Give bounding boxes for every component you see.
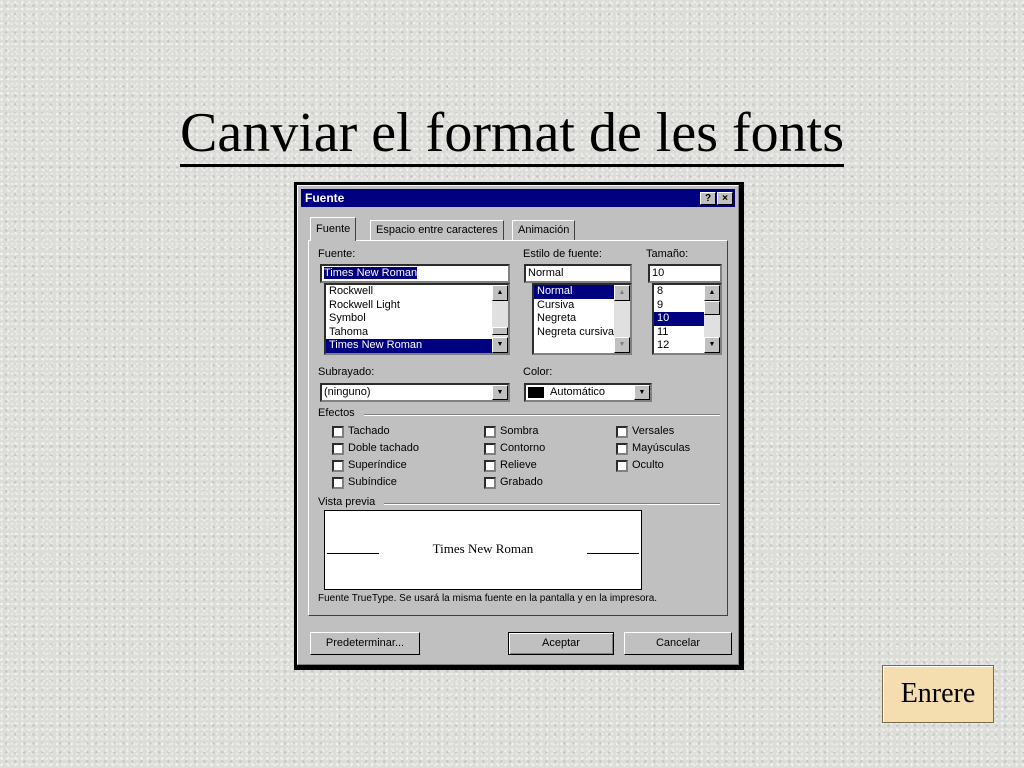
dialog-titlebar[interactable]: Fuente ? × [301,189,735,207]
preview-label: Vista previa [318,496,376,508]
tab-fuente[interactable]: Fuente [310,217,357,241]
effect-label: Versales [632,425,675,437]
effect-label: Subíndice [348,476,397,488]
checkbox-versales[interactable] [616,426,628,438]
effect-label: Superíndice [348,459,407,471]
effect-label: Grabado [500,476,543,488]
chevron-down-icon[interactable]: ▼ [492,385,508,400]
style-option-selected[interactable]: Normal [534,285,614,299]
effect-label: Relieve [500,459,537,471]
dialog-title: Fuente [305,191,345,205]
dialog-frame: Fuente ? × Fuente Espacio entre caracter… [294,182,744,670]
font-option[interactable]: Tahoma [326,326,508,340]
checkbox-relieve[interactable] [484,460,496,472]
scroll-down-icon[interactable]: ▼ [614,337,630,353]
style-list[interactable]: Normal Cursiva Negreta Negreta cursiva ▲… [532,283,632,355]
size-option-selected[interactable]: 10 [654,312,704,326]
color-swatch [528,386,544,398]
effect-label: Sombra [500,425,539,437]
checkbox-superindice[interactable] [332,460,344,472]
color-label: Color: [523,366,553,378]
scroll-thumb[interactable] [704,301,720,315]
checkbox-grabado[interactable] [484,477,496,489]
preview-divider [384,503,720,505]
checkbox-oculto[interactable] [616,460,628,472]
size-list-scrollbar[interactable]: ▲ ▼ [704,285,720,353]
effect-label: Oculto [632,459,664,471]
preview-box: Times New Roman [324,510,642,590]
size-input[interactable]: 10 [648,264,722,283]
style-label: Estilo de fuente: [523,248,602,260]
close-button[interactable]: × [717,192,733,205]
effect-label: Contorno [500,442,546,454]
size-list[interactable]: 8 9 10 11 12 ▲ ▼ [652,283,722,355]
effect-label: Tachado [348,425,390,437]
preview-sample-text: Times New Roman [432,541,534,556]
scroll-down-icon[interactable]: ▼ [704,337,720,353]
effect-label: Doble tachado [348,442,419,454]
size-label: Tamaño: [646,248,689,260]
checkbox-mayusculas[interactable] [616,443,628,455]
font-option[interactable]: Rockwell [326,285,508,299]
font-dialog: Fuente ? × Fuente Espacio entre caracter… [297,185,739,665]
slide-title: Canviar el format de les fonts [0,98,1024,168]
scroll-thumb[interactable] [492,327,508,335]
back-button[interactable]: Enrere [882,665,994,723]
font-input[interactable]: Times New Roman [320,264,510,283]
ok-button[interactable]: Aceptar [508,632,614,655]
scroll-up-icon[interactable]: ▲ [704,285,720,301]
font-list[interactable]: Rockwell Rockwell Light Symbol Tahoma Ti… [324,283,510,355]
font-option[interactable]: Rockwell Light [326,299,508,313]
color-select[interactable]: Automático ▼ [524,383,652,402]
checkbox-subindice[interactable] [332,477,344,489]
tab-espacio-caracteres[interactable]: Espacio entre caracteres [370,220,504,240]
effects-label: Efectos [318,407,355,419]
preview-note: Fuente TrueType. Se usará la misma fuent… [318,593,658,604]
scroll-down-icon[interactable]: ▼ [492,337,508,353]
font-list-scrollbar[interactable]: ▲ ▼ [492,285,508,353]
checkbox-doble-tachado[interactable] [332,443,344,455]
cancel-button[interactable]: Cancelar [624,632,732,655]
font-option[interactable]: Symbol [326,312,508,326]
chevron-down-icon[interactable]: ▼ [634,385,650,400]
underline-label: Subrayado: [318,366,375,378]
checkbox-contorno[interactable] [484,443,496,455]
font-label: Fuente: [318,248,356,260]
tab-animacion[interactable]: Animación [512,220,576,240]
set-default-button[interactable]: Predeterminar... [310,632,420,655]
preview-line-right [587,553,639,554]
effects-divider [364,414,720,416]
font-option-selected[interactable]: Times New Roman [326,339,508,353]
scroll-up-icon[interactable]: ▲ [492,285,508,301]
help-button[interactable]: ? [700,192,716,205]
style-list-scrollbar[interactable]: ▲ ▼ [614,285,630,353]
checkbox-tachado[interactable] [332,426,344,438]
style-input[interactable]: Normal [524,264,632,283]
effect-label: Mayúsculas [632,442,691,454]
scroll-up-icon[interactable]: ▲ [614,285,630,301]
checkbox-sombra[interactable] [484,426,496,438]
underline-select[interactable]: (ninguno) ▼ [320,383,510,402]
